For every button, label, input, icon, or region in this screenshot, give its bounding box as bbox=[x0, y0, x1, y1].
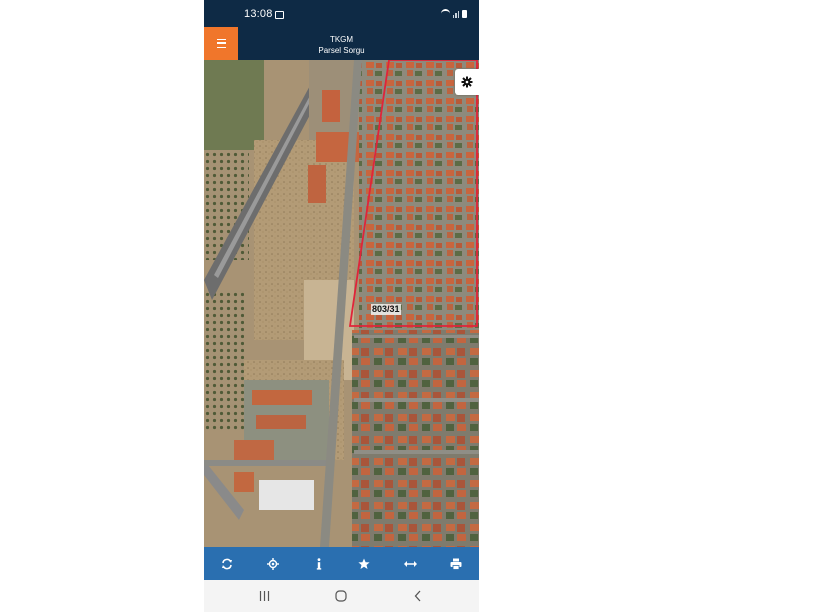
phone-screen: 13:08 TKGM Parsel Sorgu 803/31 bbox=[204, 0, 479, 612]
refresh-button[interactable] bbox=[212, 549, 242, 579]
status-bar: 13:08 bbox=[204, 0, 479, 27]
recent-apps-button[interactable] bbox=[252, 586, 276, 606]
hamburger-icon bbox=[216, 39, 226, 48]
map-imagery bbox=[204, 60, 479, 547]
status-icons bbox=[440, 9, 467, 18]
signal-icon bbox=[452, 11, 459, 18]
status-time: 13:08 bbox=[244, 8, 273, 20]
app-title: TKGM bbox=[329, 35, 354, 44]
measure-icon bbox=[403, 560, 417, 567]
measure-button[interactable] bbox=[395, 549, 425, 579]
gear-icon bbox=[461, 76, 473, 88]
print-button[interactable] bbox=[441, 549, 471, 579]
app-title-block: TKGM Parsel Sorgu bbox=[204, 34, 479, 56]
satellite-map[interactable]: 803/31 bbox=[204, 60, 479, 547]
system-nav-bar bbox=[204, 580, 479, 612]
bottom-toolbar bbox=[204, 547, 479, 580]
settings-button[interactable] bbox=[455, 69, 479, 95]
image-notification-icon bbox=[275, 11, 284, 19]
back-button[interactable] bbox=[406, 586, 430, 606]
locate-icon bbox=[266, 557, 279, 570]
locate-button[interactable] bbox=[258, 549, 288, 579]
app-bar: TKGM Parsel Sorgu bbox=[204, 27, 479, 60]
parcel-label[interactable]: 803/31 bbox=[371, 304, 401, 315]
print-icon bbox=[450, 558, 462, 570]
back-icon bbox=[414, 590, 421, 602]
info-button[interactable] bbox=[304, 549, 334, 579]
home-button[interactable] bbox=[329, 586, 353, 606]
menu-button[interactable] bbox=[204, 27, 238, 60]
info-icon bbox=[316, 557, 321, 570]
home-icon bbox=[335, 590, 347, 602]
recent-apps-icon bbox=[259, 591, 269, 601]
favorite-button[interactable] bbox=[349, 549, 379, 579]
battery-icon bbox=[462, 10, 467, 18]
star-icon bbox=[358, 558, 370, 569]
app-subtitle: Parsel Sorgu bbox=[318, 46, 365, 55]
refresh-icon bbox=[221, 558, 232, 569]
wifi-icon bbox=[440, 9, 450, 18]
